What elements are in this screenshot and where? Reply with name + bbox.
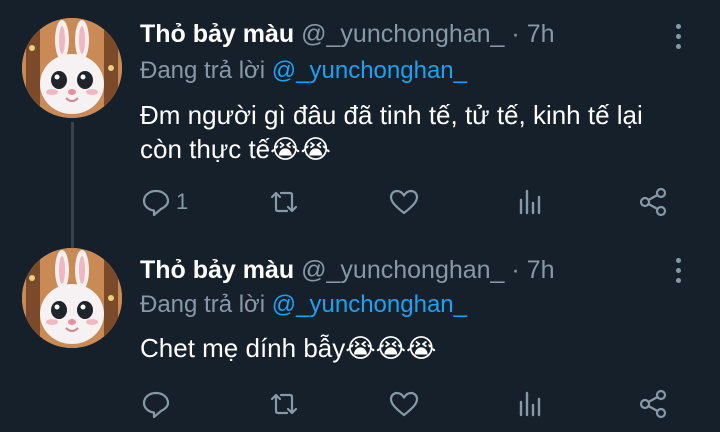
reply-button[interactable]: 1 (140, 182, 188, 222)
display-name[interactable]: Thỏ bảy màu (140, 256, 294, 284)
user-handle[interactable]: @_yunchonghan_ (301, 20, 504, 48)
replying-to: Đang trả lời @_yunchonghan_ (140, 57, 467, 85)
thread-connector (71, 122, 74, 250)
tweet-header: Thỏ bảy màu @_yunchonghan_ · 7h (140, 256, 555, 285)
stats-button[interactable] (514, 384, 546, 424)
tweet-text: Đm người gì đâu đã tinh tế, tử tế, kinh … (140, 98, 690, 166)
share-button[interactable] (637, 182, 669, 222)
separator-dot: · (511, 20, 520, 48)
bunny-avatar-icon (22, 18, 122, 118)
more-vertical-icon[interactable] (666, 252, 690, 288)
replying-to: Đang trả lời @_yunchonghan_ (140, 291, 467, 319)
avatar[interactable] (22, 18, 122, 118)
tweet-header: Thỏ bảy màu @_yunchonghan_ · 7h (140, 20, 555, 49)
display-name[interactable]: Thỏ bảy màu (140, 20, 294, 48)
crying-emoji: 😭😭😭 (345, 333, 437, 363)
reply-count: 1 (176, 189, 189, 214)
retweet-button[interactable] (268, 384, 300, 424)
reply-icon (142, 189, 170, 217)
retweet-icon (270, 393, 298, 415)
tweet[interactable]: Thỏ bảy màu @_yunchonghan_ · 7h Đang trả… (0, 232, 720, 432)
more-vertical-icon[interactable] (666, 18, 690, 54)
tweet-text-content: Chet mẹ dính bẫy (140, 333, 346, 363)
like-icon (389, 391, 419, 417)
stats-icon (519, 391, 541, 417)
like-icon (389, 189, 419, 215)
reply-icon (142, 391, 170, 419)
separator-dot: · (511, 256, 520, 284)
timestamp[interactable]: 7h (527, 256, 555, 284)
like-button[interactable] (388, 182, 420, 222)
timestamp[interactable]: 7h (527, 20, 555, 48)
replying-to-label: Đang trả lời (140, 57, 266, 84)
user-handle[interactable]: @_yunchonghan_ (301, 256, 504, 284)
crying-emoji: 😭😭 (270, 134, 331, 164)
avatar[interactable] (22, 248, 122, 348)
share-icon (639, 389, 667, 419)
retweet-icon (270, 191, 298, 213)
reply-button[interactable] (140, 384, 172, 424)
tweet-text-content: Đm người gì đâu đã tinh tế, tử tế, kinh … (140, 100, 643, 164)
tweet[interactable]: Thỏ bảy màu @_yunchonghan_ · 7h Đang trả… (0, 0, 720, 250)
replying-to-label: Đang trả lời (140, 291, 266, 318)
share-icon (639, 187, 667, 217)
stats-button[interactable] (514, 182, 546, 222)
mention-link[interactable]: @_yunchonghan_ (272, 57, 467, 84)
action-bar: 1 (140, 182, 680, 222)
tweet-text: Chet mẹ dính bẫy😭😭😭 (140, 331, 690, 365)
share-button[interactable] (637, 384, 669, 424)
stats-icon (519, 189, 541, 215)
action-bar (140, 384, 680, 424)
retweet-button[interactable] (268, 182, 300, 222)
mention-link[interactable]: @_yunchonghan_ (272, 291, 467, 318)
like-button[interactable] (388, 384, 420, 424)
bunny-avatar-icon (22, 248, 122, 348)
